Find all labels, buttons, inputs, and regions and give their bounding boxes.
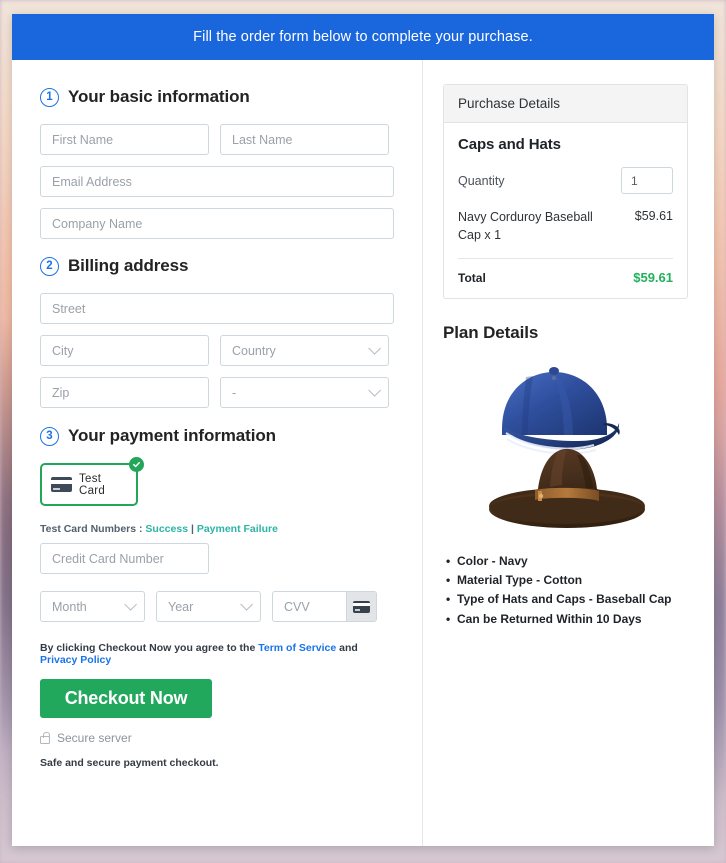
city-input[interactable]: City	[40, 335, 209, 366]
street-input[interactable]: Street	[40, 293, 394, 324]
terms-middle: and	[336, 642, 358, 654]
safe-checkout-note: Safe and secure payment checkout.	[40, 757, 219, 769]
total-label: Total	[458, 270, 486, 285]
product-title: Caps and Hats	[458, 136, 561, 153]
payment-failure-link[interactable]: Payment Failure	[197, 523, 278, 535]
line-item-row: Navy Corduroy Baseball Cap x 1 $59.61	[458, 209, 673, 259]
quantity-label: Quantity	[458, 173, 505, 188]
check-circle-icon	[129, 457, 144, 472]
month-select[interactable]: Month	[40, 591, 145, 622]
step-3-number: 3	[40, 426, 59, 446]
city-country-row: City Country	[40, 335, 394, 366]
purchase-details-panel: Purchase Details Caps and Hats Quantity …	[443, 84, 688, 299]
checkout-now-button[interactable]: Checkout Now	[40, 679, 212, 718]
step-1-title: Your basic information	[68, 87, 250, 106]
chevron-down-icon	[240, 598, 253, 611]
zip-input[interactable]: Zip	[40, 377, 209, 408]
secure-server-row: Secure server	[40, 731, 394, 745]
month-select-value: Month	[52, 599, 87, 614]
secure-server-label: Secure server	[57, 731, 132, 745]
credit-card-icon	[353, 600, 370, 613]
state-select-value: -	[232, 385, 237, 400]
link-separator: |	[188, 523, 197, 535]
test-card-option[interactable]: Test Card	[40, 457, 144, 506]
caps-and-hats-product-image	[443, 353, 688, 538]
test-card-numbers-line: Test Card Numbers : Success | Payment Fa…	[40, 523, 394, 535]
summary-column: Purchase Details Caps and Hats Quantity …	[423, 60, 714, 846]
lock-icon	[40, 731, 50, 744]
term-of-service-link[interactable]: Term of Service	[258, 642, 336, 654]
billing-section: 2 Billing address Street City Country Zi…	[40, 256, 394, 408]
checkout-card: Fill the order form below to complete yo…	[12, 14, 714, 846]
credit-card-number-input[interactable]: Credit Card Number	[40, 543, 209, 574]
last-name-input[interactable]: Last Name	[220, 124, 389, 155]
total-value: $59.61	[633, 269, 673, 285]
company-name-input[interactable]: Company Name	[40, 208, 394, 239]
state-select[interactable]: -	[220, 377, 389, 408]
test-numbers-prefix: Test Card Numbers :	[40, 523, 146, 535]
banner-text: Fill the order form below to complete yo…	[193, 29, 533, 45]
purchase-details-header: Purchase Details	[444, 85, 687, 123]
card-body: 1 Your basic information First Name Last…	[12, 60, 714, 846]
line-item-name: Navy Corduroy Baseball Cap x 1	[458, 210, 593, 242]
step-3-heading: 3 Your payment information	[40, 426, 394, 446]
list-item: Color - Navy	[446, 552, 688, 572]
email-input[interactable]: Email Address	[40, 166, 394, 197]
purchase-details-body: Caps and Hats Quantity 1 Navy Corduroy B…	[444, 123, 687, 298]
step-2-number: 2	[40, 256, 59, 276]
street-row: Street	[40, 293, 394, 324]
company-row: Company Name	[40, 208, 394, 239]
credit-card-icon	[51, 477, 72, 492]
plan-details-title: Plan Details	[443, 322, 539, 342]
success-link[interactable]: Success	[145, 523, 188, 535]
cvv-group: CVV	[272, 591, 377, 622]
country-select-value: Country	[232, 343, 276, 358]
step-1-heading: 1 Your basic information	[40, 87, 394, 107]
terms-text: By clicking Checkout Now you agree to th…	[40, 642, 394, 666]
year-select[interactable]: Year	[156, 591, 261, 622]
step-3-title: Your payment information	[68, 426, 276, 445]
email-row: Email Address	[40, 166, 394, 197]
list-item: Can be Returned Within 10 Days	[446, 610, 688, 630]
list-item: Material Type - Cotton	[446, 571, 688, 591]
year-select-value: Year	[168, 599, 194, 614]
country-select[interactable]: Country	[220, 335, 389, 366]
privacy-policy-link[interactable]: Privacy Policy	[40, 654, 111, 666]
line-item-price: $59.61	[634, 209, 673, 223]
name-row: First Name Last Name	[40, 124, 394, 155]
expiry-row: Month Year CVV	[40, 591, 394, 622]
payment-section: 3 Your payment information Test Card Tes…	[40, 426, 394, 769]
cvv-help-button[interactable]	[346, 592, 376, 621]
zip-state-row: Zip -	[40, 377, 394, 408]
step-1-number: 1	[40, 87, 59, 107]
chevron-down-icon	[368, 384, 381, 397]
total-row: Total $59.61	[458, 270, 673, 285]
quantity-input[interactable]: 1	[621, 167, 673, 194]
quantity-row: Quantity 1	[458, 167, 673, 194]
plan-details-bullets: Color - Navy Material Type - Cotton Type…	[443, 552, 688, 630]
step-2-title: Billing address	[68, 256, 189, 275]
chevron-down-icon	[124, 598, 137, 611]
cvv-input[interactable]: CVV	[273, 592, 346, 621]
list-item: Type of Hats and Caps - Baseball Cap	[446, 590, 688, 610]
form-column: 1 Your basic information First Name Last…	[12, 60, 423, 846]
terms-prefix: By clicking Checkout Now you agree to th…	[40, 642, 259, 654]
chevron-down-icon	[368, 342, 381, 355]
first-name-input[interactable]: First Name	[40, 124, 209, 155]
step-2-heading: 2 Billing address	[40, 256, 394, 276]
banner: Fill the order form below to complete yo…	[12, 14, 714, 60]
test-card-label: Test Card	[79, 472, 106, 497]
